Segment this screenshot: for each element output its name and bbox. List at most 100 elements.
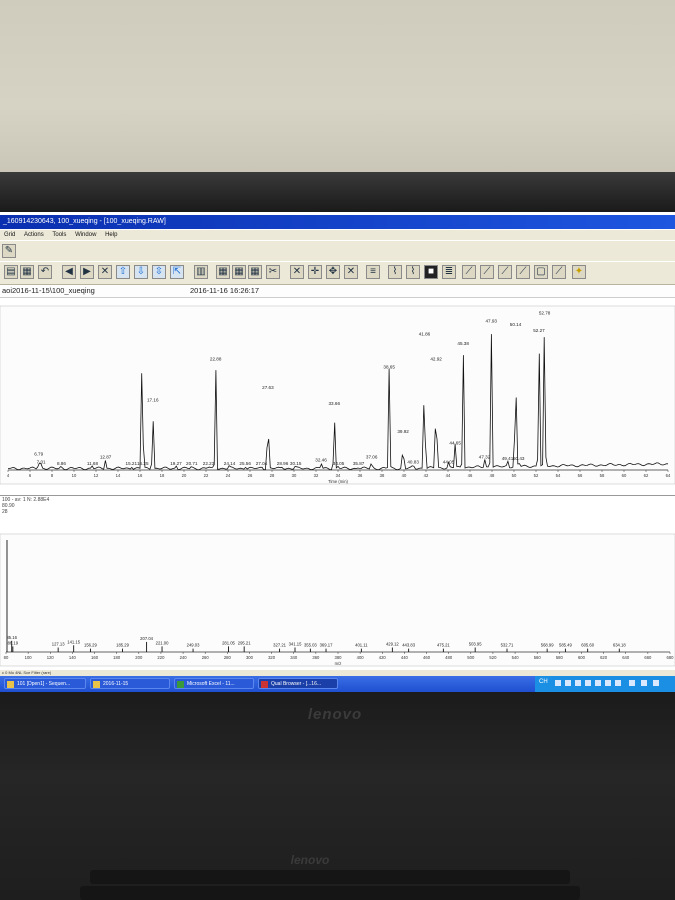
peak-tool-6-icon[interactable]: ⟋ [552, 265, 566, 279]
paste-icon[interactable]: ▦ [20, 265, 34, 279]
x-tick-label: 16 [138, 473, 143, 478]
tray-icon-5[interactable] [595, 680, 601, 686]
x-tick-label: 340 [290, 655, 298, 660]
taskbar-item-excel[interactable]: Microsoft Excel - 11... [174, 678, 254, 689]
window-title: _160914230643, 100_xueqing - [100_xueqin… [3, 218, 166, 225]
peak-label: 52.78 [539, 311, 551, 316]
arrow-down-icon[interactable]: ⇩ [134, 265, 148, 279]
x-tick-label: 14 [116, 473, 121, 478]
peak-label: 127.13 [52, 642, 65, 647]
x-tick-label: 660 [644, 655, 652, 660]
arrow-left-icon[interactable]: ◀ [62, 265, 76, 279]
x-tick-label: 640 [622, 655, 630, 660]
grid-layout-1-icon[interactable]: ▦ [216, 265, 230, 279]
system-tray: CH [535, 676, 675, 692]
x-tick-label: 40 [402, 473, 407, 478]
screen: _160914230643, 100_xueqing - [100_xueqin… [0, 212, 675, 692]
list-view-icon[interactable]: ≡ [366, 265, 380, 279]
x-tick-label: 260 [202, 655, 210, 660]
x-tick-label: 480 [445, 655, 453, 660]
menu-item-help[interactable]: Help [105, 232, 117, 238]
x-tick-label: 12 [94, 473, 99, 478]
x-tick-label: 58 [600, 473, 605, 478]
peak-label: 27.63 [262, 385, 274, 390]
taskbar-item-qual-browser[interactable]: Qual Browser - [...16... [258, 678, 338, 689]
keyboard-row [90, 870, 570, 884]
open-raw-icon[interactable]: ✎ [2, 244, 16, 258]
tray-icon-9[interactable] [641, 680, 647, 686]
x-tick-label: 360 [312, 655, 320, 660]
tray-icon-7[interactable] [615, 680, 621, 686]
file-path: aoi2016-11-15\100_xueqing [2, 286, 95, 295]
peak-tool-1-icon[interactable]: ⟋ [462, 265, 476, 279]
arrow-up-icon[interactable]: ⇧ [116, 265, 130, 279]
display-options-icon[interactable]: ▥ [194, 265, 208, 279]
x-tick-label: 380 [335, 655, 343, 660]
arrow-right-icon[interactable]: ▶ [80, 265, 94, 279]
text-view-icon[interactable]: ≣ [442, 265, 456, 279]
peak-label: 50.14 [510, 322, 522, 327]
peak-tool-2-icon[interactable]: ⟋ [480, 265, 494, 279]
crosshair-icon[interactable]: ✛ [308, 265, 322, 279]
tray-icon-2[interactable] [565, 680, 571, 686]
black-panel-icon[interactable]: ■ [424, 265, 438, 279]
lenovo-logo: lenovo [307, 706, 363, 723]
taskbar-item-folder[interactable]: 2016-11-15 [90, 678, 170, 689]
tools-icon[interactable]: ✂ [266, 265, 280, 279]
pan-icon[interactable]: ✥ [326, 265, 340, 279]
peak-label: 22.23 [203, 461, 215, 466]
x-tick-label: 46 [468, 473, 473, 478]
x-tick-label: 60 [622, 473, 627, 478]
tray-icon-8[interactable] [629, 680, 635, 686]
chromatogram-view-icon[interactable]: ⌇ [388, 265, 402, 279]
peak-label: 7.01 [37, 459, 46, 464]
grid-layout-3-icon[interactable]: ▦ [248, 265, 262, 279]
peak-tool-3-icon[interactable]: ⟋ [498, 265, 512, 279]
peak-label: 341.15 [289, 642, 302, 647]
peak-label: 34.05 [333, 461, 345, 466]
peak-label: 249.03 [187, 643, 200, 648]
status-text: c 0 Mo 4NL Sce Filter (rare) [2, 670, 52, 675]
tray-icon-1[interactable] [555, 680, 561, 686]
peak-tool-4-icon[interactable]: ⟋ [516, 265, 530, 279]
spectrum-view-icon[interactable]: ⌇ [406, 265, 420, 279]
peak-label: 25.56 [239, 461, 251, 466]
peak-label: 28.96 [277, 461, 289, 466]
menu-item-actions[interactable]: Actions [24, 232, 44, 238]
zoom-out-icon[interactable]: ✕ [290, 265, 304, 279]
peak-label: 38.65 [383, 364, 395, 369]
arrow-up-down-icon[interactable]: ⇳ [152, 265, 166, 279]
mass-spectrum-plot[interactable]: 80 100 120 140 160 180 200 220 240 260 280 300 320 34… [0, 512, 675, 672]
help-bulb-icon[interactable]: ✦ [572, 265, 586, 279]
taskbar-item-label: Microsoft Excel - 11... [187, 681, 235, 687]
tray-icon-10[interactable] [653, 680, 659, 686]
chromatogram-plot[interactable]: 4 6 8 10 12 14 16 18 20 22 24 26 28 30 32 34 36 38 40 42 44 4… [0, 300, 675, 490]
tray-icon-4[interactable] [585, 680, 591, 686]
taskbar-item-sequence[interactable]: 101 [Dpen1] - Sequen... [4, 678, 86, 689]
copy-icon[interactable]: ▤ [4, 265, 18, 279]
peak-label: 327.21 [273, 643, 286, 648]
peak-label: 44.05 [443, 459, 455, 464]
x-tick-label: 80 [4, 655, 9, 660]
menu-item-grid[interactable]: Grid [4, 232, 15, 238]
expand-icon[interactable]: ✕ [98, 265, 112, 279]
peak-label: 221.00 [156, 640, 169, 645]
taskbar-item-label: 101 [Dpen1] - Sequen... [17, 681, 71, 687]
monitor-top-bezel [0, 172, 675, 212]
tray-icon-6[interactable] [605, 680, 611, 686]
zoom-fit-icon[interactable]: ⇱ [170, 265, 184, 279]
menu-item-window[interactable]: Window [75, 232, 96, 238]
menu-item-tools[interactable]: Tools [52, 232, 66, 238]
x-tick-label: 38 [380, 473, 385, 478]
tray-icon-3[interactable] [575, 680, 581, 686]
peak-label: 429.12 [386, 642, 399, 647]
qual-browser-icon [261, 681, 268, 688]
x-tick-label: 680 [667, 655, 675, 660]
language-indicator[interactable]: CH [539, 679, 548, 685]
peak-tool-5-icon[interactable]: ▢ [534, 265, 548, 279]
undo-icon[interactable]: ↶ [38, 265, 52, 279]
grid-layout-2-icon[interactable]: ▦ [232, 265, 246, 279]
acquisition-timestamp: 2016-11-16 16:26:17 [190, 286, 260, 295]
peak-label: 52.27 [533, 328, 545, 333]
zoom-all-icon[interactable]: ✕ [344, 265, 358, 279]
